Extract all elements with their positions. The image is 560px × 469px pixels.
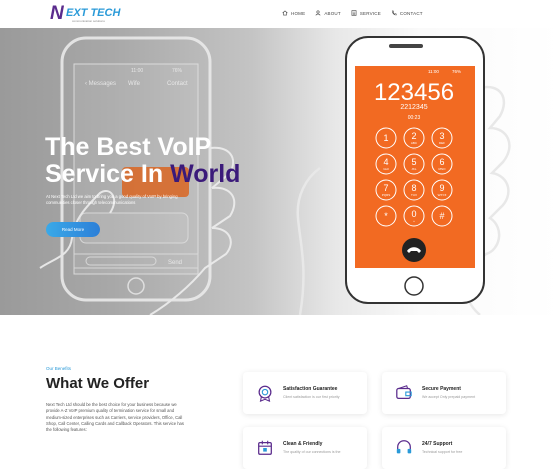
dialer-key-digit: 1	[383, 133, 388, 143]
logo-text: EXT TECH	[66, 7, 121, 19]
logo-tagline: communication solutions	[72, 19, 105, 23]
hero-title-line1: The Best VoIP	[45, 133, 212, 161]
hero-section: 11:00 76% ‹ Messages Wife Contact Send 1	[0, 28, 560, 315]
dialer-key-digit: 5	[411, 157, 416, 167]
user-icon	[315, 10, 321, 16]
main-menu: HOME ABOUT SERVICE CONTACT	[282, 10, 423, 16]
card-title: 24/7 Support	[422, 441, 453, 447]
sub-number: 2212345	[400, 104, 427, 111]
nav-about-label: ABOUT	[324, 10, 341, 16]
left-contact-label: Contact	[167, 81, 188, 87]
nav-home-label: HOME	[291, 10, 306, 16]
nav-home[interactable]: HOME	[282, 10, 305, 16]
left-center-label: Wife	[128, 81, 141, 87]
dialer-key-digit: 8	[411, 183, 416, 193]
phone-right: 11:00 76% 123456 2212345 00:23 1 2ABC 3DEF…	[296, 36, 511, 315]
dialer-key-letters: PQRS	[382, 193, 391, 197]
nav-service-label: SERVICE	[359, 10, 381, 16]
home-icon	[282, 10, 288, 16]
hero-subtitle: At Next Tech Ltd we aim to bring you a g…	[46, 194, 178, 205]
section-eyebrow: Our Benefits	[46, 366, 72, 371]
card-secure-payment[interactable]: Secure Payment We accept Only prepaid pa…	[382, 372, 506, 414]
dialer-key-digit: 6	[439, 157, 444, 167]
dialer-key-letters: ABC	[411, 141, 418, 145]
phone-icon	[391, 10, 397, 16]
dialer-key-digit: 2	[411, 131, 416, 141]
dialed-number: 123456	[374, 79, 454, 106]
section-description: Next Tech Ltd should be the best choice …	[46, 402, 184, 433]
dialer-key-letters: JKL	[411, 167, 417, 171]
left-back-label: ‹ Messages	[85, 81, 116, 87]
calendar-icon	[258, 440, 272, 455]
nav-contact-label: CONTACT	[399, 10, 423, 16]
wallet-icon	[396, 385, 412, 400]
right-battery: 76%	[452, 69, 461, 74]
left-battery: 76%	[172, 68, 183, 74]
dialer-key-letters: +	[413, 219, 415, 223]
dialer-key-letters: DEF	[439, 141, 445, 145]
logo-mark: N	[50, 3, 64, 24]
hero-title-highlight: World	[170, 160, 241, 188]
dialer-key-digit: 0	[411, 209, 416, 219]
hero-title-line2-prefix: Service In	[45, 160, 171, 188]
card-title: Clean & Friendly	[283, 441, 323, 447]
dialer-key-digit: 3	[439, 131, 444, 141]
card-subtitle: We accept Only prepaid payment	[422, 395, 476, 399]
hero-title: The Best VoIP Service In World	[45, 134, 240, 188]
nav-about[interactable]: ABOUT	[315, 10, 341, 16]
card-subtitle: Technical support for free	[422, 450, 463, 454]
section-heading: What We Offer	[46, 375, 150, 392]
offer-section: Our Benefits What We Offer Next Tech Ltd…	[0, 315, 560, 469]
card-subtitle: The quality of our connections is the	[283, 450, 341, 454]
dialer-key-digit: 4	[383, 157, 388, 167]
nav-service[interactable]: SERVICE	[351, 10, 381, 16]
dialer-key-digit: #	[439, 211, 444, 221]
dialer-key-digit: 7	[383, 183, 388, 193]
dialer-key-digit: *	[384, 211, 388, 221]
support-icon	[396, 440, 412, 454]
dialer-key-digit: 9	[439, 183, 444, 193]
dialer-key-letters: WXYZ	[438, 193, 447, 197]
card-satisfaction[interactable]: Satisfaction Guarantee Client satisfacti…	[243, 372, 367, 414]
badge-icon	[258, 385, 272, 402]
brand-logo[interactable]: N EXT TECH communication solutions	[50, 4, 122, 24]
nav-contact[interactable]: CONTACT	[391, 10, 423, 16]
dialer-key-letters: GHI	[383, 167, 389, 171]
dialer-key-letters: MNO	[439, 167, 447, 171]
card-title: Satisfaction Guarantee	[283, 386, 338, 392]
right-status-time: 11:00	[428, 69, 439, 74]
dialer-key-letters: TUV	[411, 193, 417, 197]
left-send-label: Send	[168, 260, 182, 266]
call-time: 00:23	[408, 115, 421, 121]
list-icon	[351, 10, 357, 16]
read-more-button[interactable]: Read More	[46, 222, 100, 237]
card-clean-friendly[interactable]: Clean & Friendly The quality of our conn…	[243, 427, 367, 469]
card-support[interactable]: 24/7 Support Technical support for free	[382, 427, 506, 469]
card-subtitle: Client satisfaction is our first priorit…	[283, 395, 340, 399]
top-navbar: N EXT TECH communication solutions HOME …	[0, 0, 560, 28]
card-title: Secure Payment	[422, 386, 461, 392]
left-status-time: 11:00	[131, 68, 143, 74]
